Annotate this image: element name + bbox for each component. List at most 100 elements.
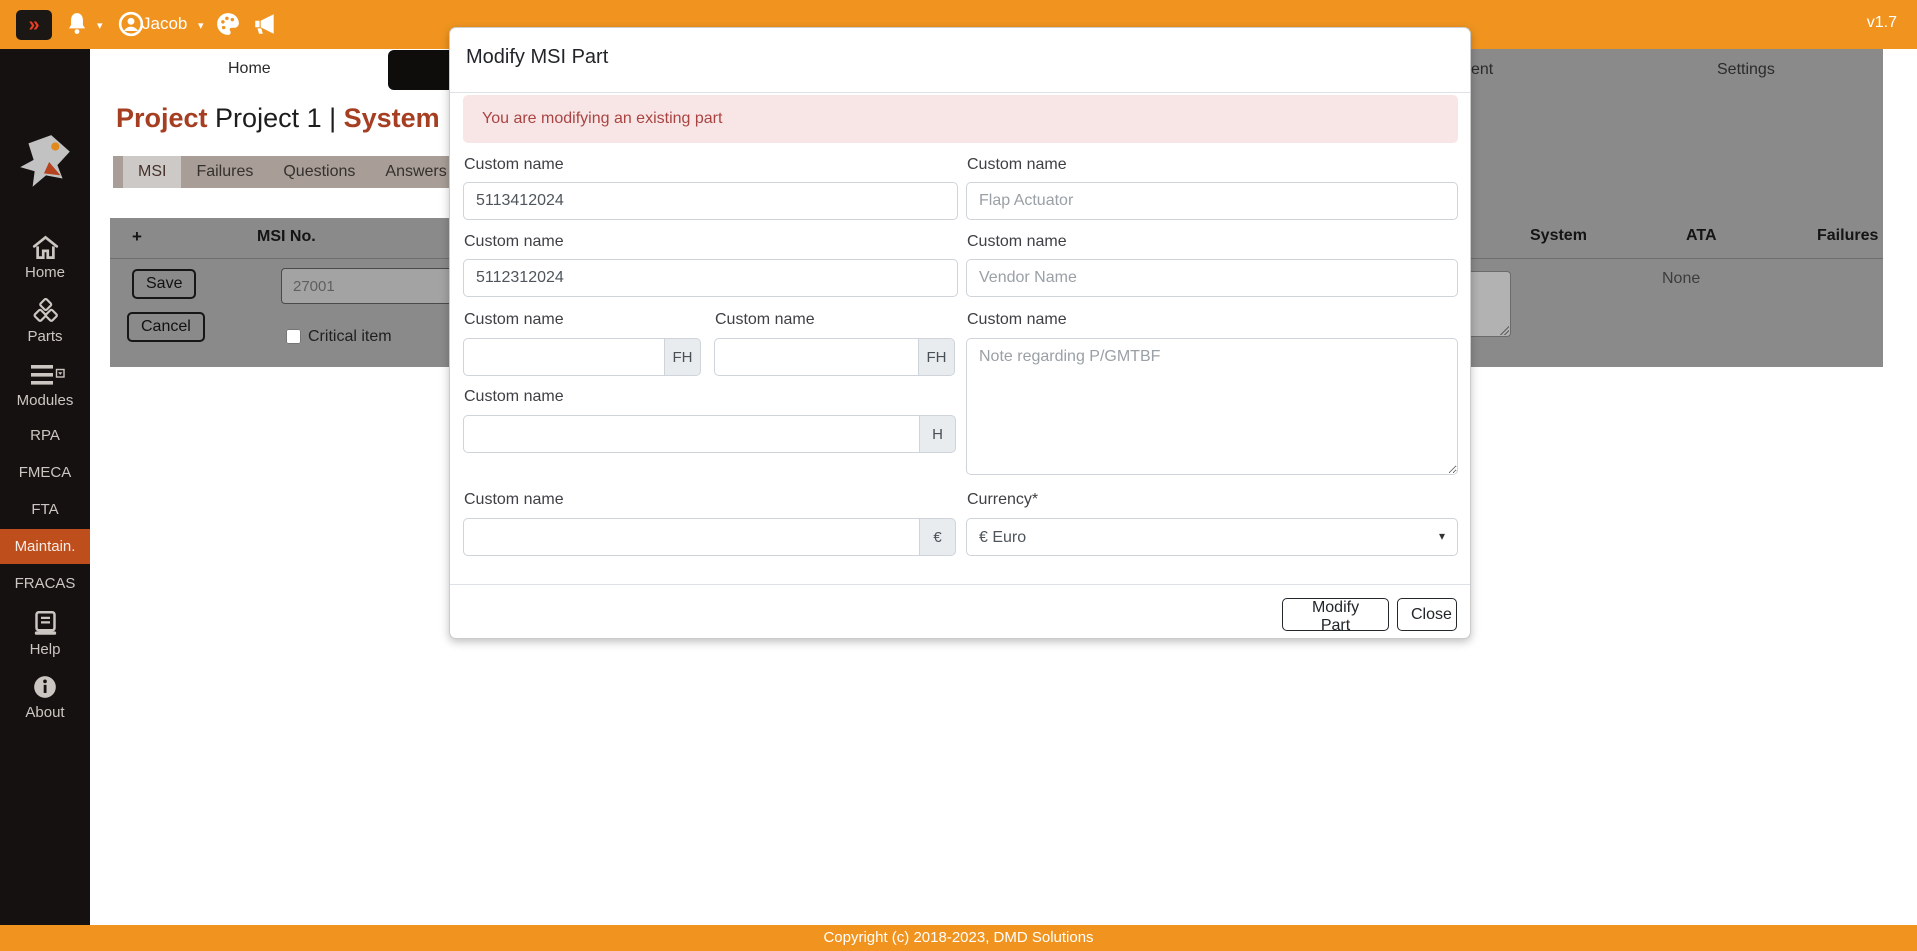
modify-part-button[interactable]: Modify Part [1282,598,1389,631]
app-logo-bird-icon [14,129,76,195]
user-caret-icon[interactable]: ▾ [198,19,204,32]
add-row-plus-icon[interactable]: + [132,227,142,247]
sidebar-item-label: FTA [31,501,58,518]
part-name-label: Custom name [967,156,1067,174]
page-title-middle: Project 1 | [208,103,344,133]
cancel-button[interactable]: Cancel [127,312,205,342]
user-avatar-icon[interactable] [118,11,144,37]
sidebar-item-label: RPA [30,427,60,444]
sidebar-item-fmeca[interactable]: FMECA [0,464,90,481]
modal-title: Modify MSI Part [466,46,608,69]
page-title-prefix: Project [116,103,208,133]
column-header-system: System [1530,227,1587,245]
footer-bar: Copyright (c) 2018-2023, DMD Solutions [0,925,1917,951]
theme-palette-icon[interactable] [215,11,241,37]
sidebar-item-maintain[interactable]: Maintain. [0,529,90,564]
copyright-text: Copyright (c) 2018-2023, DMD Solutions [823,929,1093,946]
fh2-input[interactable] [714,338,919,376]
fh1-input[interactable] [463,338,665,376]
sidebar-item-fta[interactable]: FTA [0,501,90,518]
sidebar-item-label: Home [25,264,65,281]
failures-cell-value: None [1662,270,1700,288]
nav-tab-home[interactable]: Home [228,60,271,78]
table-band-left: + MSI No. Save Cancel Critical item [110,218,449,367]
table-band-right: ent Settings System ATA Failures None [1470,49,1883,367]
sidebar-item-about[interactable]: About [0,674,90,721]
sidebar-item-rpa[interactable]: RPA [0,427,90,444]
tab-bar: MSI Failures Questions Answers [113,156,453,188]
sidebar-item-help[interactable]: Help [0,610,90,658]
tab-failures[interactable]: Failures [181,156,268,188]
sidebar-item-parts[interactable]: Parts [0,298,90,345]
nav-tab-partial[interactable]: ent [1471,61,1493,79]
modal-close-button[interactable]: Close [1397,598,1457,631]
fh2-unit-addon: FH [919,338,955,376]
hours-unit-addon: H [920,415,956,453]
modules-dropdown-icon [57,370,65,378]
note-textarea[interactable] [966,338,1458,475]
currency-select-wrap: € Euro ▾ [966,518,1458,556]
nav-tab-settings[interactable]: Settings [1717,61,1775,79]
currency-label: Currency* [967,491,1038,509]
vendor-no-label: Custom name [464,233,564,251]
part-no-input[interactable] [463,182,958,220]
column-header-msi-no: MSI No. [257,228,316,246]
help-icon [33,610,58,637]
sidebar: Home Parts Modules RPA [0,49,90,925]
sidebar-item-label: FRACAS [15,575,76,592]
sidebar-item-modules[interactable]: Modules [0,362,90,409]
sidebar-item-home[interactable]: Home [0,235,90,281]
app-root: » ▾ Jacob ▾ v1.7 [0,0,1917,951]
announcements-megaphone-icon[interactable] [252,11,278,37]
parts-icon [32,298,59,324]
page-title: Project Project 1 | System [116,103,440,134]
column-header-ata: ATA [1686,227,1717,245]
sidebar-item-label: Maintain. [15,538,76,555]
hours-label: Custom name [464,388,564,406]
price-currency-addon: € [920,518,956,556]
sidebar-item-fracas[interactable]: FRACAS [0,575,90,592]
about-info-icon [32,674,58,700]
vendor-name-input[interactable] [966,259,1458,297]
vendor-name-label: Custom name [967,233,1067,251]
column-header-failures: Failures [1817,227,1878,245]
app-version: v1.7 [1867,14,1897,32]
sidebar-expand-button[interactable]: » [16,10,52,40]
user-name[interactable]: Jacob [142,14,187,34]
fh2-label: Custom name [715,311,815,329]
save-button[interactable]: Save [132,269,196,299]
table-header-divider [1470,258,1883,259]
sidebar-item-label: Parts [27,328,62,345]
currency-select[interactable]: € Euro [966,518,1458,556]
fh1-label: Custom name [464,311,564,329]
fh1-unit-addon: FH [665,338,701,376]
price-label: Custom name [464,491,564,509]
tab-msi[interactable]: MSI [123,156,181,188]
modal-footer-divider [450,584,1470,585]
vendor-no-input[interactable] [463,259,958,297]
hours-input[interactable] [463,415,920,453]
modal-warning-alert: You are modifying an existing part [463,95,1458,143]
modal-header-divider [450,92,1470,93]
msi-no-input[interactable] [281,268,456,304]
table-header-divider [110,258,449,259]
modify-msi-part-modal: Modify MSI Part You are modifying an exi… [449,27,1471,639]
note-label: Custom name [967,311,1067,329]
tab-questions[interactable]: Questions [268,156,370,188]
critical-item-checkbox[interactable] [286,329,301,344]
part-no-label: Custom name [464,156,564,174]
home-icon [32,235,59,260]
bell-caret-icon[interactable]: ▾ [97,19,103,32]
sidebar-item-label: FMECA [19,464,72,481]
sidebar-item-label: Help [30,641,61,658]
resize-grip-icon[interactable] [1499,325,1509,335]
part-name-input[interactable] [966,182,1458,220]
page-title-suffix: System [344,103,440,133]
modules-icon [25,362,65,388]
notifications-bell-icon[interactable] [64,11,90,37]
sidebar-item-label: Modules [17,392,74,409]
price-input[interactable] [463,518,920,556]
critical-item-label: Critical item [308,328,392,346]
sidebar-item-label: About [25,704,64,721]
row-textarea-partial[interactable] [1470,271,1511,337]
